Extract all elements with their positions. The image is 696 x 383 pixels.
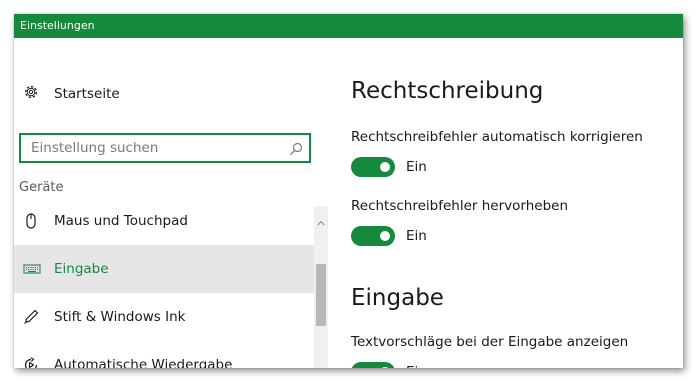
sidebar-item-autoplay[interactable]: Automatische Wiedergabe (14, 341, 314, 368)
sidebar-scrollbar[interactable] (314, 206, 328, 368)
setting-label-autocorrect: Rechtschreibfehler automatisch korrigier… (351, 129, 643, 145)
keyboard-icon (23, 261, 41, 281)
mouse-icon (23, 213, 39, 233)
sidebar-item-label: Automatische Wiedergabe (54, 357, 233, 368)
setting-label-highlight: Rechtschreibfehler hervorheben (351, 198, 569, 214)
sidebar-item-pen-windows-ink[interactable]: Stift & Windows Ink (14, 293, 314, 341)
toggle-state-text-suggestions: Ein (406, 364, 427, 368)
settings-content: Rechtschreibung Rechtschreibfehler autom… (334, 38, 683, 368)
sidebar-item-label: Eingabe (54, 261, 109, 277)
window-title: Einstellungen (20, 19, 95, 32)
toggle-knob (380, 367, 390, 368)
pen-icon (23, 309, 39, 329)
title-bar: Einstellungen (14, 14, 683, 38)
toggle-state-autocorrect: Ein (406, 159, 427, 175)
setting-label-text-suggestions: Textvorschläge bei der Eingabe anzeigen (351, 334, 629, 350)
settings-window: Einstellungen Startseite Geräte (14, 14, 683, 368)
scrollbar-thumb[interactable] (316, 264, 326, 326)
sidebar-item-label: Stift & Windows Ink (54, 309, 186, 325)
nav-home[interactable]: Startseite (14, 78, 334, 106)
nav-list: Maus und Touchpad Eingabe Stift & Window… (14, 206, 314, 368)
autoplay-icon (23, 357, 39, 368)
toggle-knob (380, 162, 390, 172)
toggle-text-suggestions[interactable] (351, 362, 395, 368)
toggle-highlight[interactable] (351, 226, 395, 246)
toggle-autocorrect[interactable] (351, 157, 395, 177)
sidebar-item-input[interactable]: Eingabe (14, 245, 314, 293)
sidebar-item-mouse-touchpad[interactable]: Maus und Touchpad (14, 206, 314, 245)
section-heading-typing: Eingabe (351, 285, 444, 311)
section-label-devices: Geräte (19, 180, 64, 195)
sidebar-item-label: Maus und Touchpad (54, 213, 188, 229)
nav-home-label: Startseite (54, 86, 120, 102)
sidebar: Startseite Geräte Maus und Tou (14, 38, 334, 368)
search-icon[interactable] (289, 141, 303, 160)
gear-icon (23, 84, 39, 104)
scroll-up-arrow-icon[interactable] (317, 211, 325, 230)
search-box[interactable] (19, 133, 311, 163)
toggle-knob (380, 231, 390, 241)
search-input[interactable] (31, 139, 281, 157)
toggle-state-highlight: Ein (406, 228, 427, 244)
section-heading-spelling: Rechtschreibung (351, 78, 544, 104)
